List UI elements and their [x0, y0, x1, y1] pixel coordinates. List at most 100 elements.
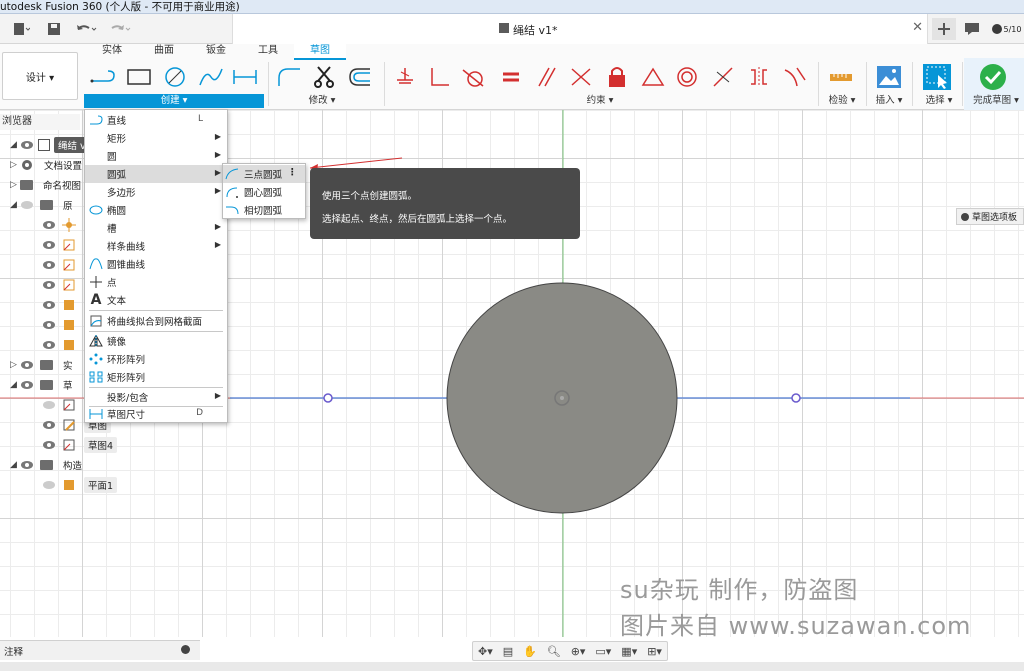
tab-solid[interactable]: 实体	[86, 44, 138, 60]
tree-item-origin-plane-1[interactable]	[42, 236, 76, 254]
submenu-item-tangent-arc[interactable]: 相切圆弧	[223, 201, 305, 219]
comments-button[interactable]	[962, 18, 982, 40]
offset-tool[interactable]	[344, 64, 374, 90]
trim-tool[interactable]	[310, 64, 340, 90]
menu-item-spline[interactable]: 样条曲线 ▶	[85, 237, 227, 255]
submenu-item-three-point-arc[interactable]: 三点圆弧 ⋮	[223, 165, 305, 183]
coincident-tool[interactable]	[390, 64, 420, 90]
parallel-tool[interactable]	[532, 64, 562, 90]
tree-item-origin-axis-1[interactable]	[42, 296, 76, 314]
finish-sketch-button[interactable]	[978, 64, 1008, 90]
add-comment-icon[interactable]	[181, 645, 190, 654]
viewports-icon[interactable]: ⊞▾	[647, 645, 662, 658]
menu-item-line[interactable]: 直线 L	[85, 111, 227, 129]
tangent-tool[interactable]	[458, 64, 488, 90]
menu-item-polygon[interactable]: 多边形 ▶	[85, 183, 227, 201]
menu-item-slot[interactable]: 槽 ▶	[85, 219, 227, 237]
inspect-menu-button[interactable]: 检验 ▾	[826, 94, 858, 108]
redo-button[interactable]	[106, 20, 136, 38]
modify-menu-button[interactable]: 修改 ▾	[300, 94, 344, 108]
document-tab[interactable]: 绳结 v1* ✕	[232, 14, 928, 44]
tree-item-named-views[interactable]: ▷ 命名视图	[10, 176, 81, 194]
finish-sketch-menu-button[interactable]: 完成草图 ▾	[968, 94, 1024, 108]
triangle-constraint-tool[interactable]	[638, 64, 668, 90]
create-menu-button[interactable]: 创建 ▾	[84, 94, 264, 108]
submenu-item-center-point-arc[interactable]: 圆心圆弧	[223, 183, 305, 201]
menu-item-fit-curves[interactable]: 将曲线拟合到网格截面	[85, 312, 227, 330]
menu-item-rectangular-pattern[interactable]: 矩形阵列	[85, 368, 227, 386]
job-status[interactable]: 5/10	[988, 18, 1024, 40]
fillet-tool[interactable]	[274, 64, 304, 90]
perpendicular-tool[interactable]	[424, 64, 454, 90]
save-button[interactable]	[44, 20, 64, 38]
tab-sheet-metal[interactable]: 钣金	[190, 44, 242, 60]
equal-tool[interactable]	[496, 64, 526, 90]
line-tool[interactable]	[88, 64, 118, 90]
rectangle-tool[interactable]	[124, 64, 154, 90]
zoom-icon[interactable]: 🔍︎	[547, 645, 561, 658]
grid-settings-icon[interactable]: ▦▾	[621, 645, 637, 658]
insert-menu-button[interactable]: 插入 ▾	[872, 94, 906, 108]
collapse-icon[interactable]: ◢	[10, 200, 20, 210]
midpoint-tool[interactable]	[708, 64, 738, 90]
menu-item-mirror[interactable]: 镜像	[85, 332, 227, 350]
tree-item-document-settings[interactable]: ▷ 文档设置	[10, 156, 82, 174]
select-menu-button[interactable]: 选择 ▾	[922, 94, 956, 108]
orbit-icon[interactable]: ✥▾	[478, 645, 493, 658]
comments-bar[interactable]: 注释	[0, 640, 200, 660]
dimension-tool[interactable]	[230, 64, 260, 90]
menu-item-point[interactable]: 点	[85, 273, 227, 291]
tree-item-origin-plane-2[interactable]	[42, 256, 76, 274]
pan-hand-icon[interactable]: ✋	[523, 645, 537, 658]
fix-tool[interactable]	[602, 64, 632, 90]
tab-tools[interactable]: 工具	[242, 44, 294, 60]
more-options-icon[interactable]: ⋮	[288, 167, 298, 178]
fit-icon[interactable]: ⊕▾	[571, 645, 586, 658]
menu-item-arc[interactable]: 圆弧 ▶	[85, 165, 227, 183]
collinear-tool[interactable]	[566, 64, 596, 90]
look-at-icon[interactable]: ▤	[503, 645, 513, 658]
menu-item-project-include[interactable]: 投影/包含 ▶	[85, 388, 227, 406]
menu-item-text[interactable]: A 文本	[85, 291, 227, 309]
tab-surface[interactable]: 曲面	[138, 44, 190, 60]
tree-item-origin-plane-3[interactable]	[42, 276, 76, 294]
collapse-icon[interactable]: ◢	[10, 460, 20, 470]
tree-item-construction[interactable]: ◢ 构造	[10, 456, 82, 474]
file-menu-button[interactable]	[8, 20, 34, 38]
insert-image-tool[interactable]	[874, 64, 904, 90]
select-tool[interactable]	[922, 64, 952, 90]
collapse-icon[interactable]: ◢	[10, 380, 20, 390]
expand-icon[interactable]: ▷	[10, 160, 20, 170]
menu-item-circle[interactable]: 圆 ▶	[85, 147, 227, 165]
sketch-palette-tab[interactable]: 草图选项板	[956, 208, 1024, 225]
circle-tool[interactable]	[160, 64, 190, 90]
symmetry-tool[interactable]	[744, 64, 774, 90]
tree-item-origin[interactable]: ◢ 原	[10, 196, 73, 214]
measure-tool[interactable]	[826, 64, 856, 90]
tree-item-plane1[interactable]: 平面1	[42, 476, 118, 494]
menu-item-conic-curve[interactable]: 圆锥曲线	[85, 255, 227, 273]
expand-icon[interactable]: ▷	[10, 180, 20, 190]
workspace-switcher[interactable]: 设计 ▾	[2, 52, 78, 100]
new-tab-button[interactable]	[932, 18, 956, 40]
display-settings-icon[interactable]: ▭▾	[595, 645, 611, 658]
menu-item-rectangle[interactable]: 矩形 ▶	[85, 129, 227, 147]
spline-tool[interactable]	[196, 64, 226, 90]
tree-item-sketch-hidden[interactable]	[42, 396, 76, 414]
curvature-tool[interactable]	[780, 64, 810, 90]
menu-item-sketch-dimension[interactable]: 草图尺寸 D	[85, 405, 227, 423]
undo-button[interactable]	[72, 20, 102, 38]
tree-item-sketches[interactable]: ◢ 草	[10, 376, 73, 394]
menu-item-ellipse[interactable]: 椭圆	[85, 201, 227, 219]
tree-item-origin-axis-2[interactable]	[42, 316, 76, 334]
tree-item-origin-point[interactable]	[42, 216, 76, 234]
collapse-icon[interactable]: ◢	[10, 140, 20, 150]
close-tab-icon[interactable]: ✕	[912, 20, 923, 35]
tree-item-sketch4[interactable]: 草图4	[42, 436, 118, 454]
constraints-menu-button[interactable]: 约束 ▾	[580, 94, 620, 108]
tree-item-bodies[interactable]: ▷ 实	[10, 356, 73, 374]
concentric-tool[interactable]	[672, 64, 702, 90]
expand-icon[interactable]: ▷	[10, 360, 20, 370]
tree-item-origin-axis-3[interactable]	[42, 336, 76, 354]
menu-item-circular-pattern[interactable]: 环形阵列	[85, 350, 227, 368]
